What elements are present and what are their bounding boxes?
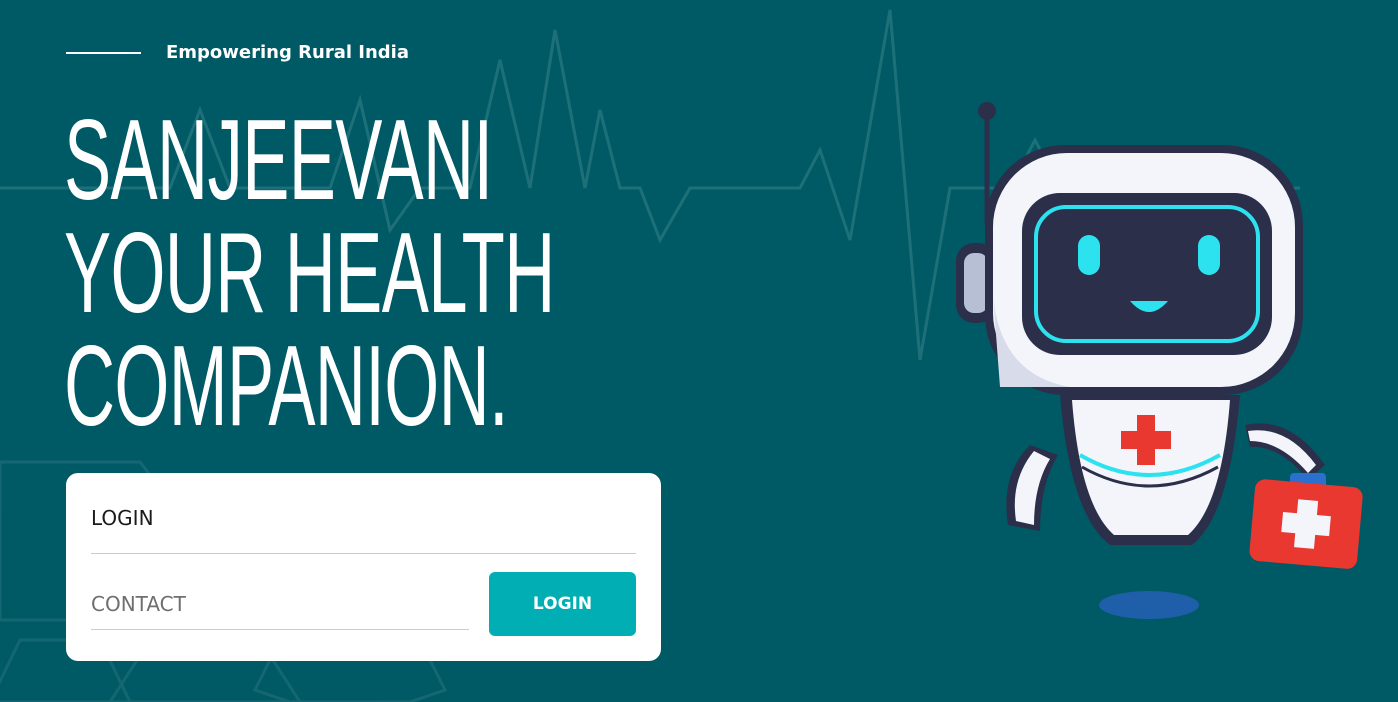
contact-input[interactable] (91, 579, 469, 630)
tagline-text: Empowering Rural India (166, 42, 409, 63)
hero-title-line-3: COMPANION. (64, 323, 509, 450)
tagline: Empowering Rural India (66, 42, 409, 63)
hero-title-line-2: YOUR HEALTH (64, 210, 555, 337)
robot-doctor-icon (956, 102, 1363, 619)
hero-title: SANJEEVANI YOUR HEALTH COMPANION. (64, 97, 555, 450)
login-divider (91, 553, 636, 554)
login-card: LOGIN LOGIN (66, 473, 661, 661)
tagline-rule (66, 51, 141, 54)
login-heading: LOGIN (91, 506, 154, 530)
login-button[interactable]: LOGIN (489, 572, 636, 636)
hero-title-line-1: SANJEEVANI (64, 97, 493, 224)
